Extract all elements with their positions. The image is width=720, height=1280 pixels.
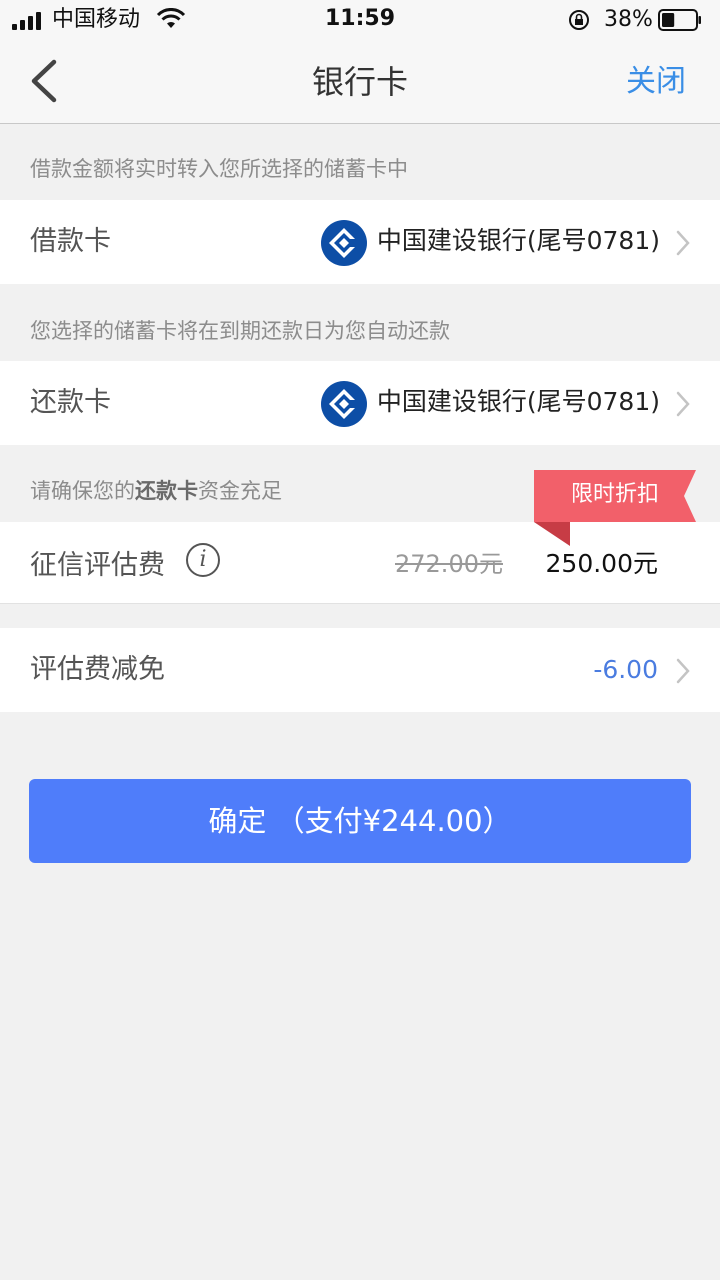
chevron-right-icon: [676, 230, 690, 256]
ccb-bank-logo-icon: [321, 381, 367, 427]
loan-card-hint: 借款金额将实时转入您所选择的储蓄卡中: [30, 157, 408, 181]
page-title: 银行卡: [311, 63, 408, 101]
chevron-right-icon: [676, 658, 690, 684]
loan-bank-name: 中国建设银行(尾号0781): [376, 226, 660, 255]
loan-card-label: 借款卡: [30, 226, 111, 257]
loan-card-row[interactable]: 借款卡 中国建设银行(尾号0781): [0, 200, 720, 284]
fee-waiver-value: -6.00: [593, 655, 658, 684]
repay-card-hint: 您选择的储蓄卡将在到期还款日为您自动还款: [30, 319, 450, 343]
battery-icon: [658, 9, 701, 31]
fee-waiver-label: 评估费减免: [30, 654, 165, 685]
repay-card-row[interactable]: 还款卡 中国建设银行(尾号0781): [0, 361, 720, 445]
status-bar: 中国移动 11:59 38%: [0, 0, 720, 40]
original-price: 272.00元: [395, 550, 503, 578]
assessment-fee-label: 征信评估费: [30, 550, 165, 581]
assessment-fee-row: 征信评估费 i 272.00元 250.00元: [0, 522, 720, 604]
ribbon-fold-icon: [534, 522, 570, 546]
repay-card-label: 还款卡: [30, 387, 111, 418]
nav-bar: 银行卡 关闭: [0, 40, 720, 124]
chevron-right-icon: [676, 391, 690, 417]
repay-bank-name: 中国建设银行(尾号0781): [376, 387, 660, 416]
close-button[interactable]: 关闭: [626, 62, 686, 102]
confirm-pay-button[interactable]: 确定 （支付¥244.00）: [29, 779, 691, 863]
discounted-price: 250.00元: [545, 549, 658, 578]
info-icon[interactable]: i: [186, 543, 220, 577]
ccb-bank-logo-icon: [321, 220, 367, 266]
fee-waiver-row[interactable]: 评估费减免 -6.00: [0, 628, 720, 712]
chevron-left-icon[interactable]: [22, 56, 66, 106]
discount-badge-label: 限时折扣: [570, 482, 659, 507]
fee-hint: 请确保您的还款卡资金充足: [30, 479, 282, 503]
rotation-lock-icon: [569, 10, 589, 30]
battery-percent: 38%: [604, 7, 653, 32]
